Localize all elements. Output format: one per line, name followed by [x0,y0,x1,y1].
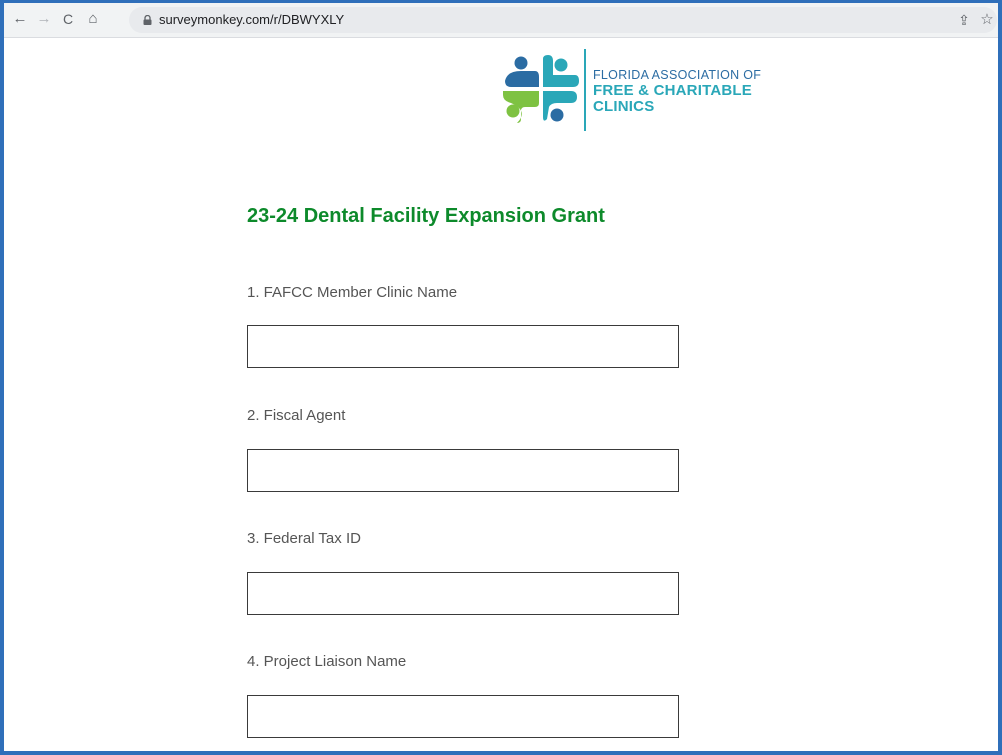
question-1-label: 1. FAFCC Member Clinic Name [247,284,458,301]
logo-divider [584,49,586,131]
federal-tax-id-input[interactable] [247,572,679,615]
question-4-label: 4. Project Liaison Name [247,653,407,670]
url-text[interactable]: surveymonkey.com/r/DBWYXLY [159,12,344,27]
clinic-name-input[interactable] [247,325,679,368]
lock-icon[interactable] [143,15,152,25]
fiscal-agent-input[interactable] [247,449,679,492]
project-liaison-name-input[interactable] [247,695,679,738]
bookmark-star-icon[interactable]: ☆ [978,11,996,29]
survey-title: 23-24 Dental Facility Expansion Grant [247,205,605,227]
question-3-label: 3. Federal Tax ID [247,530,361,547]
share-icon[interactable]: ⇪ [955,11,973,29]
reload-icon[interactable]: C [60,11,76,27]
clinic-cross-logo-icon [503,55,579,123]
question-2-label: 2. Fiscal Agent [247,407,346,424]
address-bar[interactable]: surveymonkey.com/r/DBWYXLY ⇪ ☆ [129,7,997,33]
logo-text-line2: FREE & CHARITABLE [593,82,752,99]
browser-toolbar: ← → C ⌂ surveymonkey.com/r/DBWYXLY ⇪ ☆ [4,3,998,38]
back-icon[interactable]: ← [12,11,28,27]
forward-icon[interactable]: → [36,11,52,27]
logo-text-line3: CLINICS [593,98,655,115]
fafcc-logo: FLORIDA ASSOCIATION OF FREE & CHARITABLE… [501,47,781,132]
home-icon[interactable]: ⌂ [85,11,101,27]
browser-window: ← → C ⌂ surveymonkey.com/r/DBWYXLY ⇪ ☆ F… [0,0,1002,755]
logo-text-line1: FLORIDA ASSOCIATION OF [593,68,762,82]
